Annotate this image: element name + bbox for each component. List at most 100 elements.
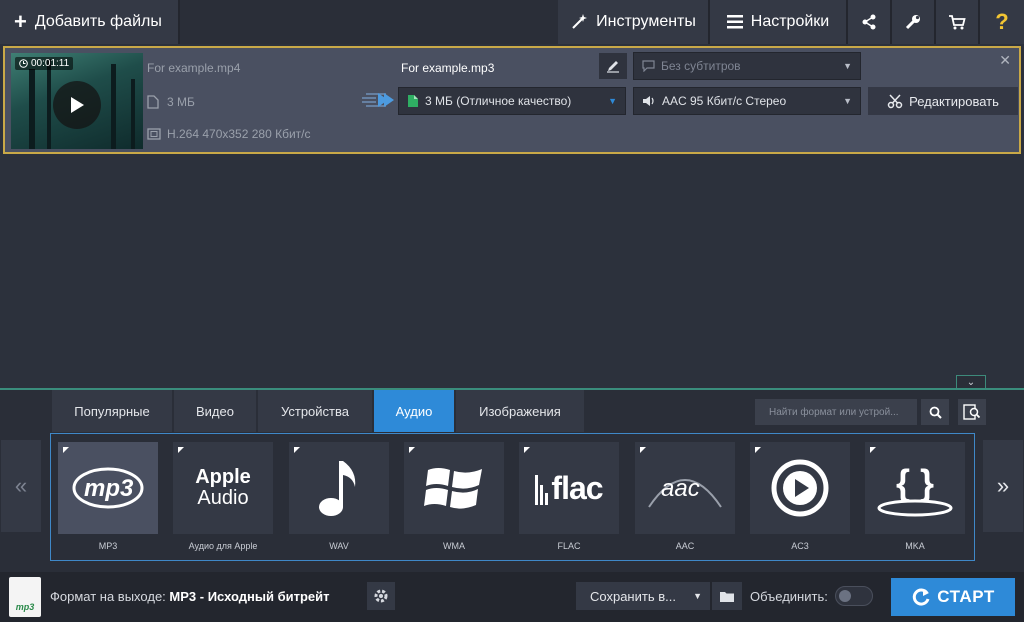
tab-popular[interactable]: Популярные bbox=[52, 390, 174, 432]
corner-marker-icon bbox=[755, 447, 761, 453]
apple-audio-logo-line2: Audio bbox=[197, 487, 249, 509]
source-file-size: 3 МБ bbox=[147, 95, 195, 109]
start-button[interactable]: СТАРТ bbox=[891, 578, 1015, 616]
format-item-wma[interactable]: WMA bbox=[404, 442, 504, 554]
play-icon bbox=[71, 97, 84, 113]
output-format-value: MP3 - Исходный битрейт bbox=[169, 589, 330, 604]
corner-marker-icon bbox=[178, 447, 184, 453]
corner-marker-icon bbox=[640, 447, 646, 453]
format-search-input[interactable]: Найти формат или устрой... bbox=[755, 399, 917, 425]
format-label: Аудио для Apple bbox=[188, 541, 258, 551]
scissors-icon bbox=[887, 94, 903, 109]
chevron-down-icon: ▼ bbox=[843, 61, 852, 71]
format-item-wav[interactable]: WAV bbox=[289, 442, 389, 554]
open-folder-button[interactable] bbox=[712, 582, 742, 610]
scroll-right-button[interactable]: » bbox=[983, 440, 1023, 532]
file-item[interactable]: 00:01:11 For example.mp4 3 МБ H.264 470x… bbox=[3, 46, 1021, 154]
settings-button[interactable]: Настройки bbox=[710, 0, 848, 44]
edit-button[interactable]: Редактировать bbox=[868, 87, 1018, 115]
format-tile: flac bbox=[519, 442, 619, 534]
mp3-icon: mp 3 bbox=[72, 467, 144, 509]
format-item-apple-audio[interactable]: Apple Audio Аудио для Apple bbox=[173, 442, 273, 554]
format-item-mka[interactable]: { } MKA bbox=[865, 442, 965, 554]
gear-icon bbox=[374, 589, 388, 603]
format-tile bbox=[289, 442, 389, 534]
source-size-text: 3 МБ bbox=[167, 95, 195, 109]
audio-track-dropdown[interactable]: AAC 95 Кбит/с Стерео ▼ bbox=[633, 87, 861, 115]
toggle-knob bbox=[839, 590, 851, 602]
speaker-icon bbox=[643, 96, 654, 106]
format-tile bbox=[750, 442, 850, 534]
add-files-label: Добавить файлы bbox=[34, 13, 162, 30]
collapse-panel-button[interactable]: ⌄ bbox=[956, 375, 986, 389]
merge-toggle[interactable] bbox=[835, 586, 873, 606]
wrench-button[interactable] bbox=[892, 0, 936, 44]
format-label: AC3 bbox=[791, 541, 809, 551]
merge-label: Объединить: bbox=[750, 589, 828, 604]
tab-audio[interactable]: Аудио bbox=[374, 390, 456, 432]
aac-icon: aac bbox=[645, 463, 725, 513]
rename-button[interactable] bbox=[599, 53, 627, 79]
help-button[interactable]: ? bbox=[980, 0, 1024, 44]
format-label: MP3 bbox=[98, 541, 118, 551]
format-panel: Популярные Видео Устройства Аудио Изобра… bbox=[0, 390, 1024, 572]
tab-video[interactable]: Видео bbox=[174, 390, 258, 432]
tools-label: Инструменты bbox=[596, 13, 696, 30]
quality-dropdown[interactable]: 3 МБ (Отличное качество) ▼ bbox=[398, 87, 626, 115]
edit-label: Редактировать bbox=[909, 93, 999, 109]
folder-icon bbox=[720, 591, 734, 602]
scroll-left-button[interactable]: « bbox=[1, 440, 41, 532]
format-settings-button[interactable] bbox=[367, 582, 395, 610]
search-icon bbox=[929, 406, 942, 419]
corner-marker-icon bbox=[63, 447, 69, 453]
search-button[interactable] bbox=[921, 399, 949, 425]
add-files-button[interactable]: + Добавить файлы bbox=[0, 0, 180, 44]
cart-button[interactable] bbox=[936, 0, 980, 44]
format-item-aac[interactable]: aac AAC bbox=[635, 442, 735, 554]
format-item-mp3[interactable]: mp 3 MP3 bbox=[58, 442, 158, 554]
tools-button[interactable]: Инструменты bbox=[558, 0, 710, 44]
cart-icon bbox=[949, 15, 966, 30]
format-item-flac[interactable]: flac FLAC bbox=[519, 442, 619, 554]
format-label: WAV bbox=[329, 541, 349, 551]
magic-wand-icon bbox=[572, 14, 588, 29]
tab-devices[interactable]: Устройства bbox=[258, 390, 374, 432]
output-format-text: Формат на выходе: MP3 - Исходный битрейт bbox=[50, 589, 330, 604]
mka-ring-icon bbox=[877, 499, 953, 517]
corner-marker-icon bbox=[294, 447, 300, 453]
svg-text:mp: mp bbox=[84, 475, 120, 502]
detect-device-button[interactable] bbox=[958, 399, 986, 425]
thumbnail-tree bbox=[29, 69, 35, 149]
bottom-bar: mp3 Формат на выходе: MP3 - Исходный бит… bbox=[0, 572, 1024, 622]
output-format-file-icon: mp3 bbox=[9, 577, 41, 617]
pencil-icon bbox=[607, 61, 619, 73]
format-label: AAC bbox=[675, 541, 695, 551]
toolbar-spacer bbox=[180, 0, 558, 44]
flac-logo-text: flac bbox=[551, 469, 603, 506]
menu-icon bbox=[726, 15, 743, 29]
remove-file-icon[interactable]: ✕ bbox=[999, 52, 1011, 69]
tab-images[interactable]: Изображения bbox=[456, 390, 586, 432]
share-button[interactable] bbox=[848, 0, 892, 44]
video-thumbnail[interactable]: 00:01:11 bbox=[11, 53, 143, 149]
device-search-icon bbox=[963, 404, 981, 420]
mka-braces-icon: { } bbox=[876, 458, 954, 518]
share-icon bbox=[862, 14, 876, 30]
format-tile: { } bbox=[865, 442, 965, 534]
green-file-icon bbox=[408, 95, 418, 107]
save-to-label: Сохранить в... bbox=[590, 588, 676, 604]
clock-icon bbox=[19, 59, 28, 68]
format-item-ac3[interactable]: AC3 bbox=[750, 442, 850, 554]
music-note-icon bbox=[319, 461, 356, 516]
play-button[interactable] bbox=[53, 81, 101, 129]
windows-icon bbox=[424, 468, 482, 509]
output-file-name: For example.mp3 bbox=[401, 61, 495, 75]
subtitles-dropdown[interactable]: Без субтитров ▼ bbox=[633, 52, 861, 80]
refresh-icon bbox=[913, 588, 930, 606]
format-label: MKA bbox=[905, 541, 925, 551]
settings-label: Настройки bbox=[750, 13, 830, 30]
save-to-dropdown[interactable]: Сохранить в... ▼ bbox=[576, 582, 710, 610]
thumbnail-tree bbox=[131, 79, 135, 149]
format-tile: aac bbox=[635, 442, 735, 534]
file-icon bbox=[147, 95, 159, 109]
